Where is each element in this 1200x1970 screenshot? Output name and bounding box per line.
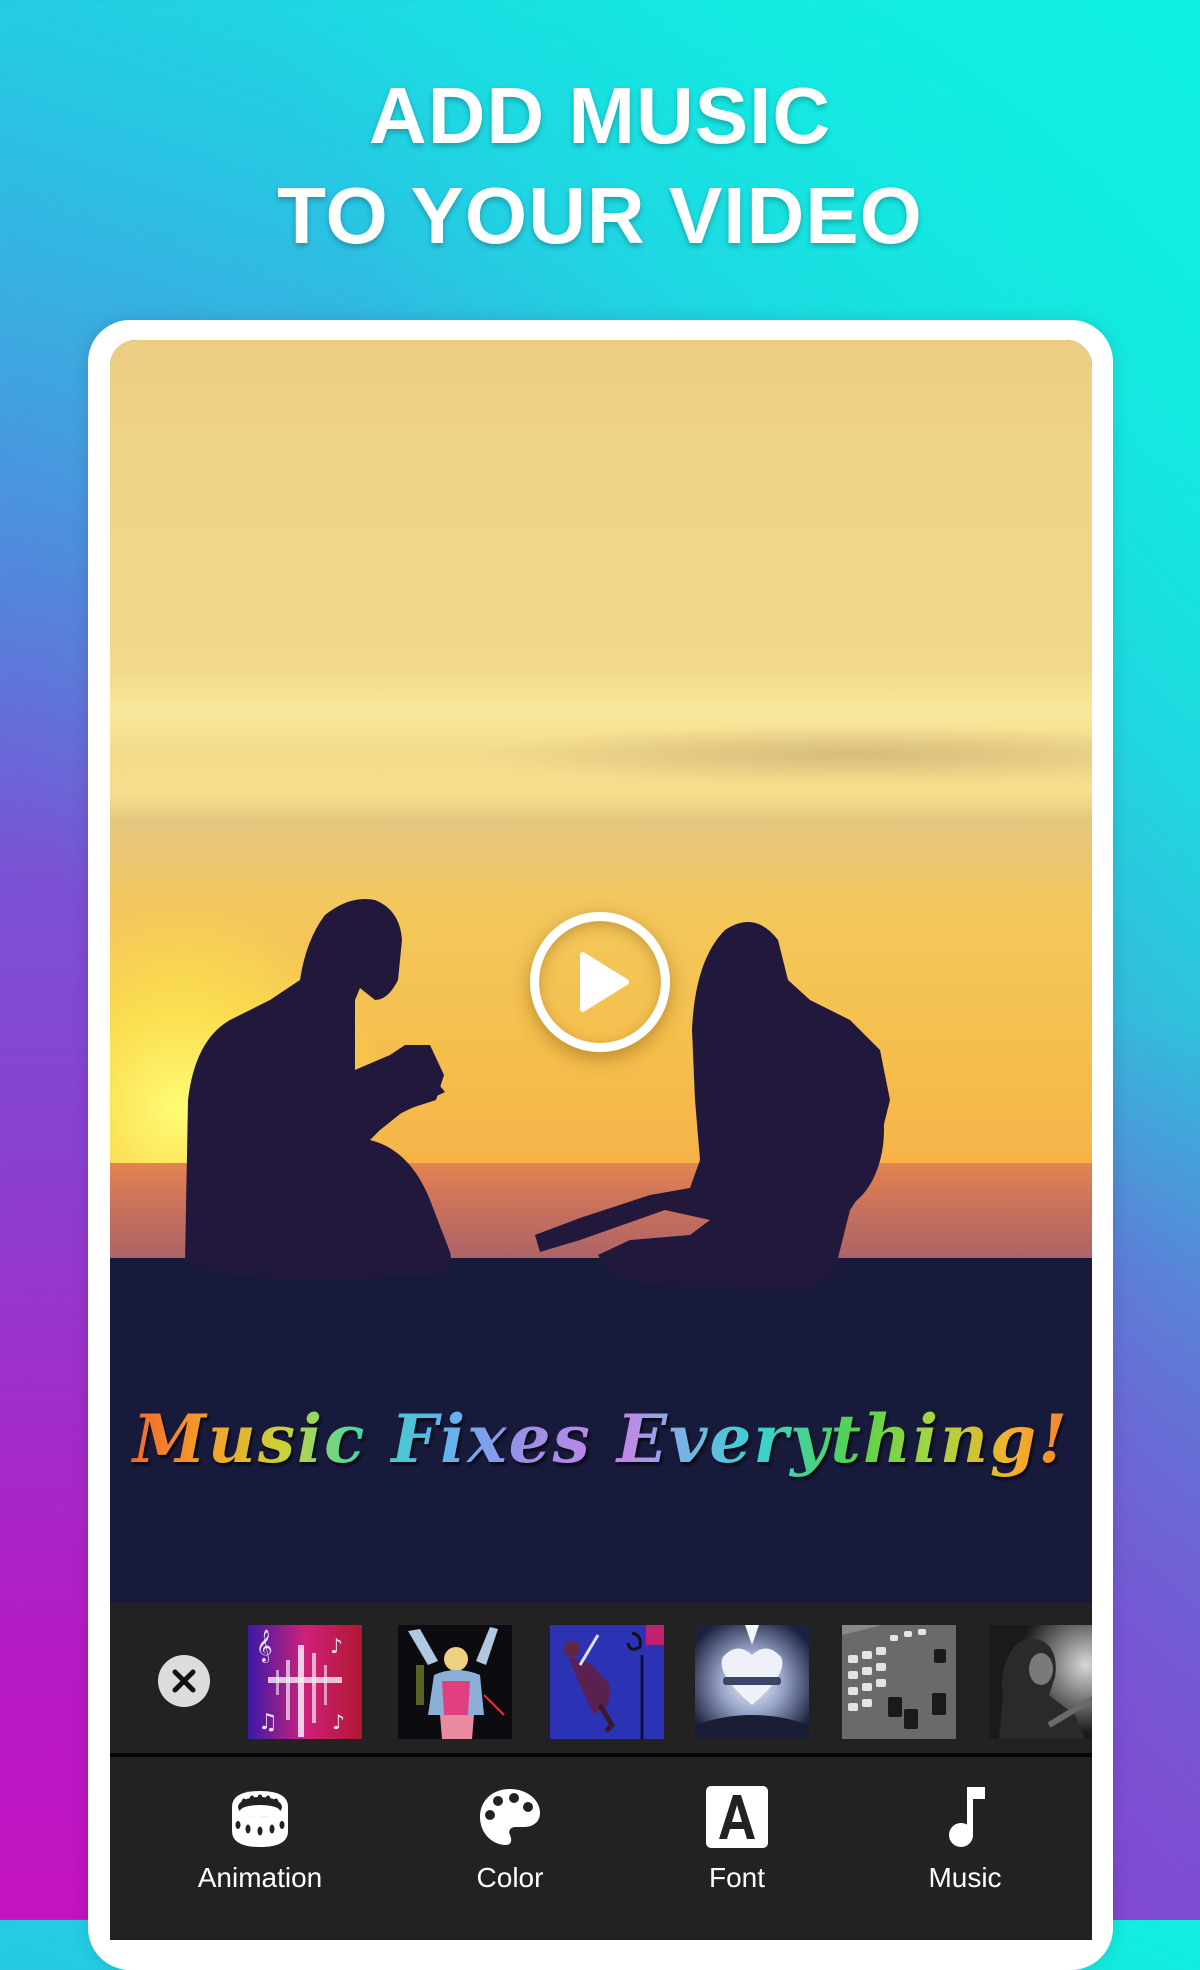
- man-silhouette: [185, 899, 451, 1280]
- svg-text:♫: ♫: [258, 1710, 278, 1735]
- music-thumbnail[interactable]: [989, 1625, 1092, 1739]
- font-icon: [706, 1786, 768, 1848]
- video-caption[interactable]: Music Fixes Everything!: [110, 1400, 1092, 1478]
- svg-text:♪: ♪: [330, 1634, 343, 1658]
- close-icon: [172, 1669, 196, 1693]
- music-thumbnail[interactable]: [695, 1625, 809, 1739]
- music-thumbnail[interactable]: [398, 1625, 512, 1739]
- play-icon: [580, 952, 629, 1012]
- toolbar-color-button[interactable]: Color: [410, 1757, 610, 1937]
- toolbar-color-label: Color: [476, 1862, 544, 1893]
- promo-headline: ADD MUSIC TO YOUR VIDEO: [0, 66, 1200, 266]
- toolbar-animation-label: Animation: [197, 1862, 323, 1893]
- thumbnail-music-notes-waveform: 𝄞 ♫ ♪ ♪: [248, 1625, 362, 1739]
- music-thumbnail[interactable]: [550, 1625, 664, 1739]
- toolbar-music-label: Music: [928, 1862, 1002, 1893]
- music-note-icon: [949, 1787, 985, 1847]
- svg-text:♪: ♪: [332, 1710, 345, 1734]
- thumbnail-book-heart: [695, 1625, 809, 1739]
- thumbnail-rock-singer-bw: [989, 1625, 1092, 1739]
- toolbar-animation-button[interactable]: Animation: [160, 1757, 360, 1937]
- close-strip-button[interactable]: [158, 1655, 210, 1707]
- palette-icon: [480, 1789, 540, 1845]
- thumbnail-mixing-console: [842, 1625, 956, 1739]
- music-thumbnail[interactable]: 𝄞 ♫ ♪ ♪: [248, 1625, 362, 1739]
- film-reel-icon: [232, 1791, 288, 1847]
- toolbar-font-label: Font: [708, 1862, 766, 1893]
- svg-text:𝄞: 𝄞: [256, 1629, 273, 1663]
- music-thumbnail-strip: 𝄞 ♫ ♪ ♪: [110, 1603, 1092, 1753]
- music-thumbnail[interactable]: [842, 1625, 956, 1739]
- video-preview[interactable]: Music Fixes Everything!: [110, 340, 1092, 1603]
- thumbnail-singer-on-stage: [398, 1625, 512, 1739]
- editor-toolbar: Animation Color Font Music: [110, 1757, 1092, 1940]
- thumbnail-guitarist-jumping: [550, 1625, 664, 1739]
- headline-line-2: TO YOUR VIDEO: [277, 171, 923, 260]
- headline-line-1: ADD MUSIC: [368, 71, 832, 160]
- toolbar-music-button[interactable]: Music: [865, 1757, 1065, 1937]
- toolbar-font-button[interactable]: Font: [637, 1757, 837, 1937]
- app-screen: Music Fixes Everything! 𝄞 ♫ ♪ ♪ Animatio…: [110, 340, 1092, 1940]
- play-button[interactable]: [530, 912, 670, 1052]
